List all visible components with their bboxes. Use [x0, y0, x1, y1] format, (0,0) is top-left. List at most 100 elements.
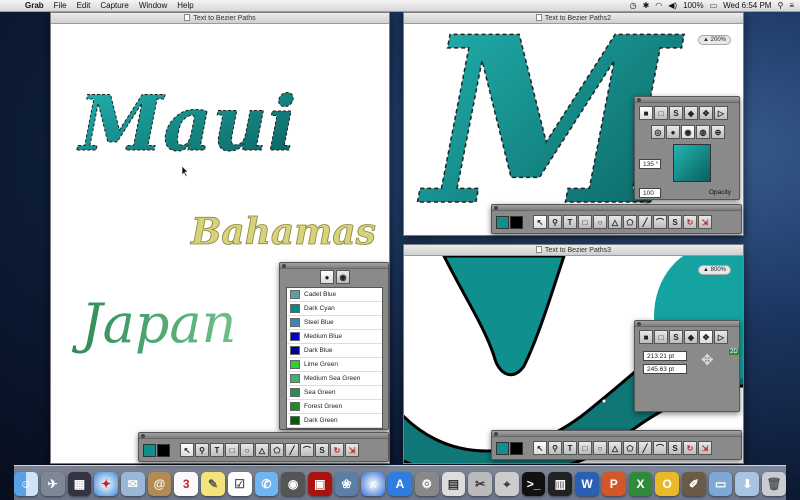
- excel-icon[interactable]: X: [628, 472, 653, 496]
- triangle-tool-icon[interactable]: △: [608, 441, 622, 455]
- window-titlebar[interactable]: Text to Bezier Paths3: [404, 245, 743, 256]
- color-list-item[interactable]: Dark Cyan: [287, 302, 382, 316]
- menu-help[interactable]: Help: [172, 1, 198, 10]
- iphoto-icon[interactable]: ❀: [334, 472, 359, 496]
- color-list-item[interactable]: Lime Green: [287, 358, 382, 372]
- triangle-tool-icon[interactable]: △: [255, 443, 269, 457]
- menu-app-name[interactable]: Grab: [20, 1, 49, 10]
- app-store-icon[interactable]: A: [388, 472, 412, 496]
- battery-icon[interactable]: ▭: [710, 1, 718, 10]
- close-icon[interactable]: [494, 432, 498, 436]
- percent-input[interactable]: 100 %: [639, 188, 661, 206]
- volume-icon[interactable]: ◀): [668, 1, 677, 10]
- rotate-tool-icon[interactable]: ↻: [683, 215, 697, 229]
- stroke-color-swatch[interactable]: [510, 441, 523, 455]
- oval-tool-icon[interactable]: ○: [240, 443, 254, 457]
- finder-icon[interactable]: ☺: [14, 472, 38, 496]
- preview-icon[interactable]: ▤: [441, 472, 466, 496]
- menu-capture[interactable]: Capture: [95, 1, 133, 10]
- palette-titlebar[interactable]: [280, 263, 388, 269]
- photo-booth-icon[interactable]: ▣: [307, 472, 332, 496]
- mail-icon[interactable]: ✉: [120, 472, 145, 496]
- rotate-tool-icon[interactable]: ↻: [683, 441, 697, 455]
- notification-icon[interactable]: ≡: [789, 1, 794, 10]
- rectangle-tool-icon[interactable]: □: [578, 441, 592, 455]
- gradient-type-1-icon[interactable]: ◎: [651, 125, 665, 139]
- facetime-icon[interactable]: ◉: [281, 472, 305, 496]
- word-icon[interactable]: W: [575, 472, 599, 496]
- transform-tool-icon[interactable]: ⇲: [698, 441, 712, 455]
- battery-percent[interactable]: 100%: [683, 1, 703, 10]
- word-bahamas[interactable]: Bahamas: [190, 211, 377, 254]
- zoom-tool-icon[interactable]: ⚲: [195, 443, 209, 457]
- rectangle-tool-icon[interactable]: □: [578, 215, 592, 229]
- move-tool-icon[interactable]: ✥: [699, 330, 713, 344]
- stroke-tool-icon[interactable]: □: [654, 106, 668, 120]
- palette-titlebar[interactable]: [492, 205, 741, 211]
- color-list-item[interactable]: Medium Sea Green: [287, 372, 382, 386]
- line-tool-icon[interactable]: ╱: [285, 443, 299, 457]
- trash-icon[interactable]: 🗑: [762, 472, 786, 496]
- close-icon[interactable]: [637, 322, 641, 326]
- word-maui[interactable]: Maui: [76, 79, 298, 169]
- palette-titlebar[interactable]: [635, 321, 739, 327]
- gradient-type-4-icon[interactable]: ◍: [696, 125, 710, 139]
- script-editor-icon[interactable]: ✂: [468, 472, 493, 496]
- line-tool-icon[interactable]: ╱: [638, 215, 652, 229]
- fill-color-swatch[interactable]: [143, 443, 156, 457]
- notes-icon[interactable]: ✎: [201, 472, 225, 496]
- palette-titlebar[interactable]: [139, 433, 388, 439]
- spotlight-icon[interactable]: ⚲: [777, 1, 783, 10]
- fill-color-swatch[interactable]: [496, 215, 509, 229]
- stroke-color-swatch[interactable]: [510, 215, 523, 229]
- color-list-item[interactable]: Dark Blue: [287, 344, 382, 358]
- stroke-tool-icon[interactable]: □: [654, 330, 668, 344]
- transform-tool-icon[interactable]: ⇲: [698, 215, 712, 229]
- pointer-tool-icon[interactable]: ↖: [533, 441, 547, 455]
- activity-monitor-icon[interactable]: ▥: [548, 472, 573, 496]
- x-position-input[interactable]: 213.21 pt: [643, 351, 687, 361]
- transform-tool-icon[interactable]: ⇲: [345, 443, 359, 457]
- palette-titlebar[interactable]: [492, 431, 741, 437]
- color-list-item[interactable]: Dark Green: [287, 414, 382, 428]
- triangle-tool-icon[interactable]: △: [608, 215, 622, 229]
- oval-tool-icon[interactable]: ○: [593, 215, 607, 229]
- itunes-icon[interactable]: ♫: [361, 472, 386, 496]
- shape-tool-icon[interactable]: ◆: [684, 106, 698, 120]
- y-position-input[interactable]: 245.63 pt: [643, 364, 687, 374]
- solid-fill-icon[interactable]: ●: [320, 270, 334, 284]
- word-japan[interactable]: Japan: [71, 292, 236, 355]
- bluetooth-icon[interactable]: ✱: [643, 1, 650, 10]
- powerpoint-icon[interactable]: P: [601, 472, 626, 496]
- pointer-tool-icon[interactable]: ↖: [180, 443, 194, 457]
- color-list-item[interactable]: Sea Green: [287, 386, 382, 400]
- wifi-icon[interactable]: ◠: [655, 1, 662, 10]
- curve-tool-icon[interactable]: ⌒: [653, 441, 667, 455]
- rectangle-tool-icon[interactable]: □: [225, 443, 239, 457]
- path-tool-icon[interactable]: S: [669, 330, 683, 344]
- color-list-item[interactable]: Steel Blue: [287, 316, 382, 330]
- gradient-type-3-icon[interactable]: ◉: [681, 125, 695, 139]
- zoom-tool-icon[interactable]: ⚲: [548, 441, 562, 455]
- fill-color-swatch[interactable]: [496, 441, 509, 455]
- time-machine-icon[interactable]: ◷: [630, 1, 637, 10]
- text-tool-icon[interactable]: T: [210, 443, 224, 457]
- bezier-tool-icon[interactable]: S: [668, 441, 682, 455]
- arrow-tool-icon[interactable]: ▷: [714, 330, 728, 344]
- gradient-preview[interactable]: [673, 144, 711, 182]
- grab-icon[interactable]: ⌖: [495, 472, 519, 496]
- outlook-icon[interactable]: O: [655, 472, 680, 496]
- bezier-tool-icon[interactable]: S: [668, 215, 682, 229]
- safari-icon[interactable]: ✦: [94, 472, 118, 496]
- angle-input[interactable]: 135 °: [639, 159, 661, 169]
- color-list-item[interactable]: Forest Green: [287, 400, 382, 414]
- menu-file[interactable]: File: [49, 1, 72, 10]
- palette-titlebar[interactable]: [635, 97, 739, 103]
- close-icon[interactable]: [141, 434, 145, 438]
- fill-tool-icon[interactable]: ■: [639, 330, 653, 344]
- curve-tool-icon[interactable]: ⌒: [653, 215, 667, 229]
- shape-tool-icon[interactable]: ◆: [684, 330, 698, 344]
- color-list-item[interactable]: Medium Blue: [287, 330, 382, 344]
- polygon-tool-icon[interactable]: ⬠: [623, 215, 637, 229]
- close-icon[interactable]: [494, 206, 498, 210]
